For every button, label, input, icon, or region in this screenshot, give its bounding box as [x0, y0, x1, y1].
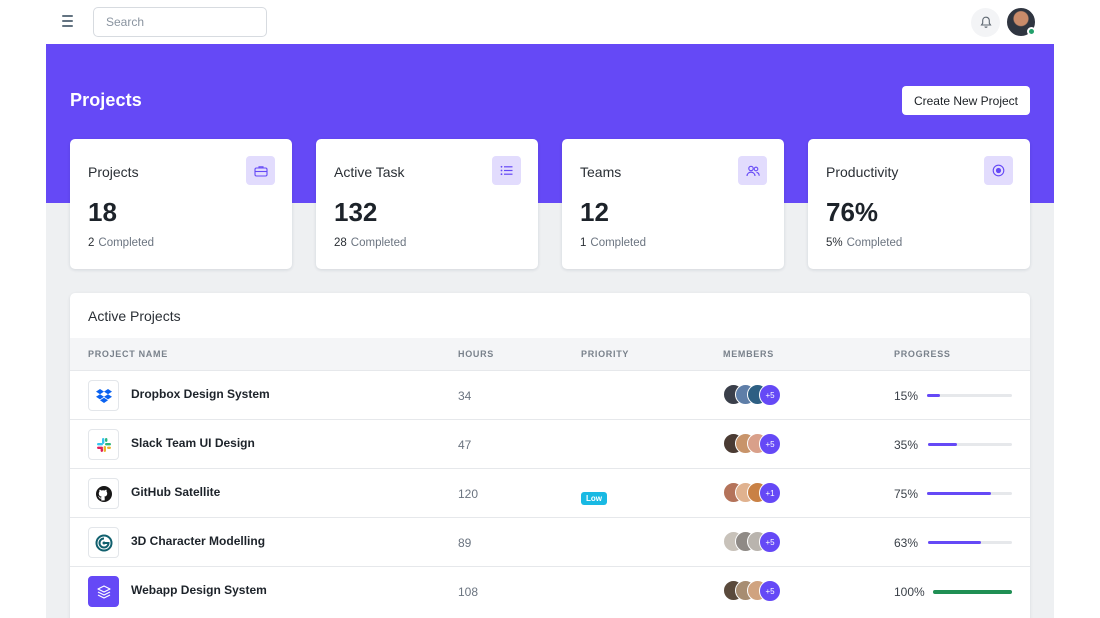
table-row[interactable]: 3D Character Modelling 89 +5 63% — [70, 517, 1030, 566]
progress-percent: 63% — [894, 536, 919, 550]
stat-card-value: 132 — [334, 197, 378, 227]
project-hours: 47 — [458, 438, 472, 452]
priority-cell: Low — [581, 488, 607, 506]
completed-label: Completed — [350, 237, 407, 249]
panel-title: Active Projects — [88, 308, 181, 324]
stat-card-value: 12 — [580, 197, 609, 227]
stat-card-teams: Teams 12 1 Completed — [562, 139, 784, 269]
user-avatar[interactable] — [1006, 7, 1036, 37]
users-icon — [738, 156, 767, 185]
completed-label: Completed — [590, 237, 647, 249]
main-content: Projects Create New Project Projects 18 … — [46, 44, 1054, 618]
members-avatars: +1 — [723, 482, 793, 504]
more-members-badge[interactable]: +5 — [759, 433, 781, 455]
github-logo-icon — [88, 478, 119, 509]
stat-card-title: Teams — [580, 164, 622, 180]
project-name[interactable]: Webapp Design System — [131, 583, 267, 597]
progress-percent: 75% — [894, 487, 919, 501]
progress-bar-fill — [927, 492, 991, 495]
column-header-progress: PROGRESS — [894, 349, 951, 359]
hamburger-menu-icon[interactable] — [62, 15, 76, 29]
column-header-hours: HOURS — [458, 349, 495, 359]
project-name[interactable]: 3D Character Modelling — [131, 534, 265, 548]
progress-bar — [933, 589, 1012, 594]
stat-card-value: 18 — [88, 197, 117, 227]
progress-percent: 100% — [894, 585, 925, 599]
stat-card-title: Projects — [88, 164, 139, 180]
stat-card-completed: 5% Completed — [826, 237, 902, 249]
progress-bar-fill — [928, 541, 981, 544]
slack-logo-icon — [88, 429, 119, 460]
progress-bar-fill — [933, 589, 1012, 594]
more-members-badge[interactable]: +5 — [759, 580, 781, 602]
active-projects-panel: Active Projects PROJECT NAME HOURS PRIOR… — [70, 293, 1030, 618]
progress-bar — [927, 492, 1012, 495]
online-status-dot — [1027, 27, 1036, 36]
completed-count: 1 — [580, 237, 587, 249]
members-avatars: +5 — [723, 580, 793, 602]
more-members-badge[interactable]: +1 — [759, 482, 781, 504]
project-name[interactable]: Dropbox Design System — [131, 387, 270, 401]
table-header: PROJECT NAME HOURS PRIORITY MEMBERS PROG… — [70, 338, 1030, 370]
stat-card-completed: 1 Completed — [580, 237, 646, 249]
progress-bar-fill — [927, 394, 940, 397]
completed-count: 2 — [88, 237, 95, 249]
members-avatars: +5 — [723, 531, 793, 553]
column-header-priority: PRIORITY — [581, 349, 630, 359]
column-header-members: MEMBERS — [723, 349, 774, 359]
completed-label: Completed — [98, 237, 155, 249]
progress-percent: 15% — [894, 389, 919, 403]
completed-count: 28 — [334, 237, 347, 249]
more-members-badge[interactable]: +5 — [759, 384, 781, 406]
search-input[interactable] — [93, 7, 267, 37]
completed-count: 5% — [826, 237, 843, 249]
target-icon — [984, 156, 1013, 185]
stat-card-projects: Projects 18 2 Completed — [70, 139, 292, 269]
members-avatars: +5 — [723, 384, 793, 406]
stat-card-completed: 2 Completed — [88, 237, 154, 249]
project-hours: 120 — [458, 487, 479, 501]
stat-card-title: Active Task — [334, 164, 405, 180]
project-hours: 89 — [458, 536, 472, 550]
list-icon — [492, 156, 521, 185]
table-row[interactable]: Webapp Design System 108 +5 100% — [70, 566, 1030, 615]
column-header-project-name: PROJECT NAME — [88, 349, 168, 359]
progress-bar — [928, 443, 1012, 446]
progress-bar — [927, 394, 1012, 397]
project-name[interactable]: GitHub Satellite — [131, 485, 220, 499]
progress-percent: 35% — [894, 438, 919, 452]
table-row[interactable]: GitHub Satellite 120 Low +1 75% — [70, 468, 1030, 517]
priority-badge: Low — [581, 492, 607, 505]
spiral-logo-icon — [88, 527, 119, 558]
progress-bar — [928, 541, 1012, 544]
bell-icon[interactable] — [971, 8, 1000, 37]
progress-bar-fill — [928, 443, 958, 446]
page: Projects Create New Project Projects 18 … — [0, 0, 1100, 618]
briefcase-icon — [246, 156, 275, 185]
stat-card-completed: 28 Completed — [334, 237, 406, 249]
stat-card-title: Productivity — [826, 164, 899, 180]
topbar — [0, 0, 1100, 44]
layers-logo-icon — [88, 576, 119, 607]
project-name[interactable]: Slack Team UI Design — [131, 436, 255, 450]
stat-card-productivity: Productivity 76% 5% Completed — [808, 139, 1030, 269]
project-hours: 108 — [458, 585, 479, 599]
create-new-project-button[interactable]: Create New Project — [902, 86, 1030, 115]
page-title: Projects — [70, 90, 142, 110]
more-members-badge[interactable]: +5 — [759, 531, 781, 553]
members-avatars: +5 — [723, 433, 793, 455]
completed-label: Completed — [846, 237, 903, 249]
table-row[interactable]: Slack Team UI Design 47 +5 35% — [70, 419, 1030, 468]
dropbox-logo-icon — [88, 380, 119, 411]
table-row[interactable]: Dropbox Design System 34 +5 15% — [70, 370, 1030, 419]
stat-card-value: 76% — [826, 197, 879, 227]
project-hours: 34 — [458, 389, 472, 403]
stat-card-active-task: Active Task 132 28 Completed — [316, 139, 538, 269]
